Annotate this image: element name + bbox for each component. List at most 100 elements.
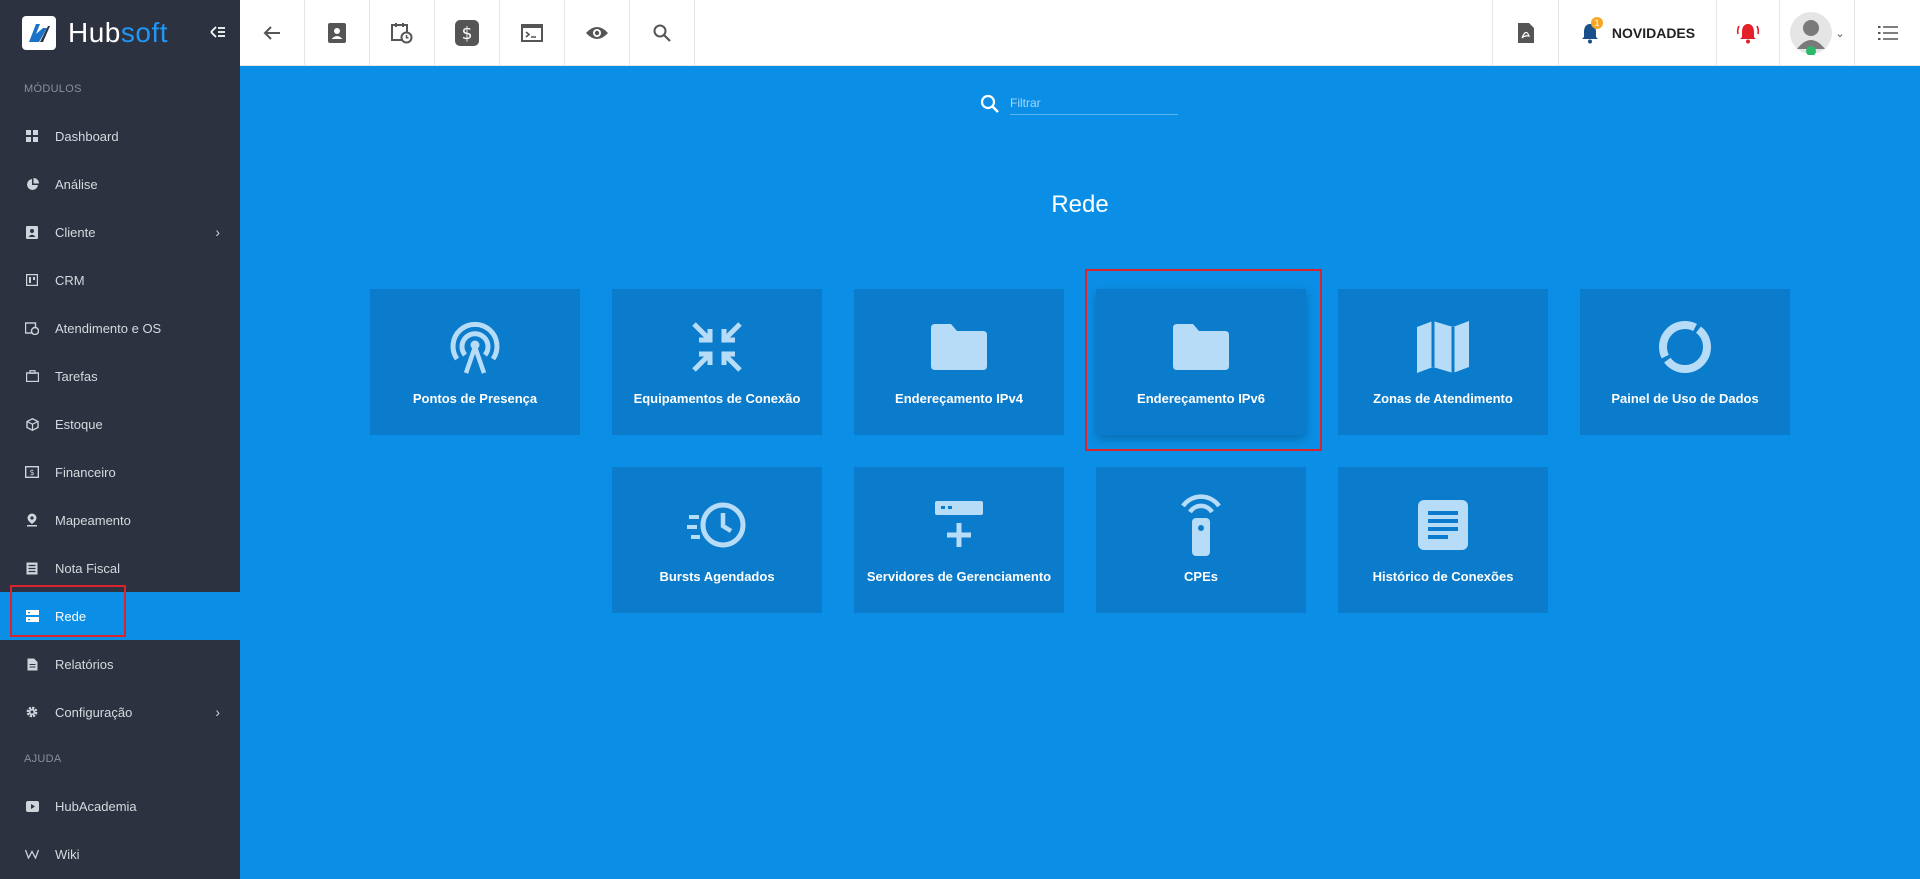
sidebar-item-label: HubAcademia [55,798,137,814]
brand-name-hub: Hub [68,17,121,48]
sidebar-item-mapeamento[interactable]: Mapeamento [0,496,240,544]
remote-signal-icon [1181,494,1221,556]
news-button[interactable]: 1 NOVIDADES [1558,0,1716,66]
brand-name-soft: soft [120,17,169,48]
filter-input[interactable] [1010,92,1178,115]
folder-icon [1173,324,1229,370]
sidebar-item-tarefas[interactable]: Tarefas [0,352,240,400]
briefcase-icon [24,368,40,384]
card-label: Endereçamento IPv4 [895,391,1023,406]
text-document-icon [1418,500,1468,550]
sidebar-item-crm[interactable]: CRM [0,256,240,304]
server-icon [24,608,40,624]
finance-button[interactable]: $ [435,0,500,66]
card-historico-de-conexoes[interactable]: Histórico de Conexões [1338,467,1548,613]
terminal-button[interactable] [500,0,565,66]
sidebar-item-label: Relatórios [55,656,114,672]
news-badge: 1 [1591,17,1603,29]
box-icon [24,416,40,432]
calendar-clock-icon [391,23,413,44]
sidebar-item-financeiro[interactable]: $ Financeiro [0,448,240,496]
sidebar-item-rede[interactable]: Rede [0,592,240,640]
menu-list-button[interactable] [1854,0,1920,66]
sidebar-item-label: Wiki [55,846,80,862]
client-card-button[interactable] [305,0,370,66]
sidebar-item-label: Configuração [55,704,133,720]
card-enderecamento-ipv6[interactable]: Endereçamento IPv6 [1096,289,1306,435]
terminal-icon [521,24,543,42]
sidebar-item-label: Mapeamento [55,512,131,528]
schedule-button[interactable] [370,0,435,66]
search-icon [653,24,671,42]
page-title: Rede [1051,191,1109,218]
search-button[interactable] [630,0,695,66]
user-menu-button[interactable]: ⌄ [1779,0,1854,66]
contact-card-icon [24,224,40,240]
sidebar-item-label: Dashboard [55,128,119,144]
sidebar-item-dashboard[interactable]: Dashboard [0,112,240,160]
sidebar-item-hubacademia[interactable]: HubAcademia [0,782,240,830]
pdf-file-icon [1517,23,1534,43]
grid-icon [24,128,40,144]
card-label: Servidores de Gerenciamento [866,569,1052,584]
play-icon [24,798,40,814]
alarm-bell-icon [1736,24,1760,44]
sidebar-item-label: CRM [55,272,85,288]
card-bursts-agendados[interactable]: Bursts Agendados [612,467,822,613]
list-menu-icon [1877,26,1898,40]
gear-icon [24,704,40,720]
calendar-clock-icon [24,320,40,336]
logo[interactable]: Hubsoft [0,0,240,66]
map-icon [1417,321,1469,373]
brand-name: Hubsoft [68,17,168,49]
sidebar-item-analise[interactable]: Análise [0,160,240,208]
antenna-icon [450,321,500,374]
card-pontos-de-presenca[interactable]: Pontos de Presença [370,289,580,435]
sidebar-item-configuracao[interactable]: Configuração › [0,688,240,736]
pdf-button[interactable] [1492,0,1558,66]
sidebar-item-relatorios[interactable]: Relatórios [0,640,240,688]
chevron-right-icon: › [215,704,220,720]
svg-text:$: $ [462,24,473,44]
view-button[interactable] [565,0,630,66]
alarm-button[interactable] [1716,0,1779,66]
sidebar-item-estoque[interactable]: Estoque [0,400,240,448]
sidebar-item-label: Cliente [55,224,96,240]
pie-chart-icon [24,176,40,192]
card-label: Zonas de Atendimento [1373,391,1513,406]
collapse-sidebar-icon[interactable] [210,24,228,42]
card-enderecamento-ipv4[interactable]: Endereçamento IPv4 [854,289,1064,435]
modules-section-label: MÓDULOS [24,83,82,95]
back-button[interactable] [240,0,305,66]
card-label: Pontos de Presença [412,391,538,406]
card-equipamentos-de-conexao[interactable]: Equipamentos de Conexão [612,289,822,435]
card-zonas-de-atendimento[interactable]: Zonas de Atendimento [1338,289,1548,435]
sidebar-item-label: Estoque [55,416,103,432]
sidebar-item-nota-fiscal[interactable]: Nota Fiscal [0,544,240,592]
avatar [1790,12,1833,55]
sidebar-item-label: Nota Fiscal [55,560,121,576]
hubsoft-logo-icon [22,16,56,50]
contact-card-icon [328,23,346,43]
document-icon [24,656,40,672]
card-label: Endereçamento IPv6 [1137,391,1265,406]
arrow-left-icon [263,26,280,40]
card-servidores-de-gerenciamento[interactable]: Servidores de Gerenciamento [854,467,1064,613]
sidebar-item-label: Tarefas [55,368,98,384]
donut-icon [1659,321,1711,373]
card-cpes[interactable]: CPEs [1096,467,1306,613]
sidebar-item-wiki[interactable]: Wiki [0,830,240,878]
sidebar-item-cliente[interactable]: Cliente › [0,208,240,256]
server-add-icon [935,501,983,547]
filter-bar [980,92,1178,115]
card-painel-de-uso-de-dados[interactable]: Painel de Uso de Dados [1580,289,1790,435]
sidebar-item-label: Atendimento e OS [55,320,162,336]
board-icon [24,272,40,288]
sidebar-item-label: Rede [55,608,87,624]
svg-text:$: $ [29,468,34,477]
sidebar-item-atendimento[interactable]: Atendimento e OS [0,304,240,352]
sidebar: Hubsoft MÓDULOS Dashboard Análise Client… [0,0,240,879]
card-label: CPEs [1184,569,1218,584]
chevron-right-icon: › [215,224,220,240]
